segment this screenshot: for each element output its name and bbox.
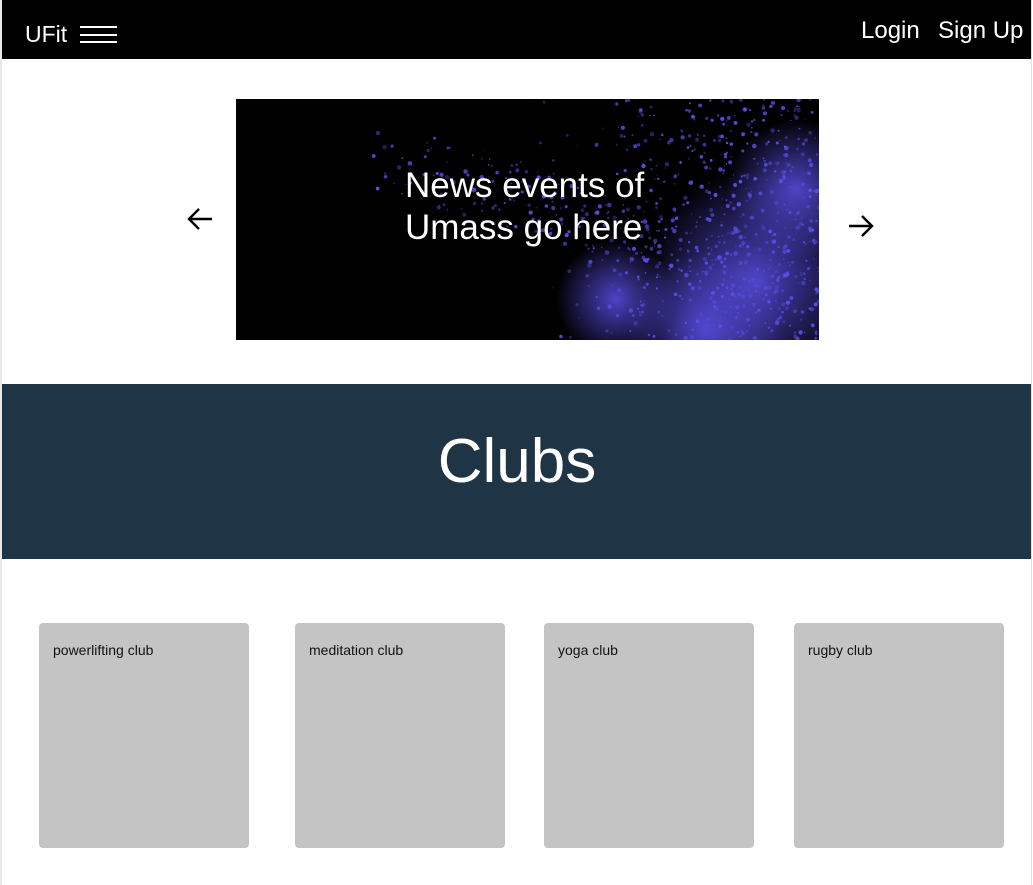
page-edge [0,0,2,885]
news-banner[interactable]: News events of Umass go here [236,99,819,340]
arrow-right-icon[interactable] [846,211,876,241]
club-name: meditation club [309,642,404,658]
top-navbar: UFit Login Sign Up [2,0,1032,59]
page: UFit Login Sign Up News events of Umass … [2,0,1032,885]
banner-text: News events of Umass go here [405,166,645,247]
club-card-meditation[interactable]: meditation club [295,623,505,848]
club-name: rugby club [808,642,873,658]
page-edge [1031,0,1032,885]
club-card-rugby[interactable]: rugby club [794,623,1004,848]
signup-link[interactable]: Sign Up [938,16,1023,46]
brand-logo[interactable]: UFit [25,20,67,48]
clubs-section-header: Clubs [2,384,1032,559]
club-name: yoga club [558,642,618,658]
club-card-yoga[interactable]: yoga club [544,623,754,848]
arrow-left-icon[interactable] [185,204,215,234]
login-link[interactable]: Login [861,16,920,46]
clubs-title: Clubs [437,427,597,496]
hamburger-menu-icon[interactable] [80,26,117,45]
club-name: powerlifting club [53,642,154,658]
club-card-powerlifting[interactable]: powerlifting club [39,623,249,848]
